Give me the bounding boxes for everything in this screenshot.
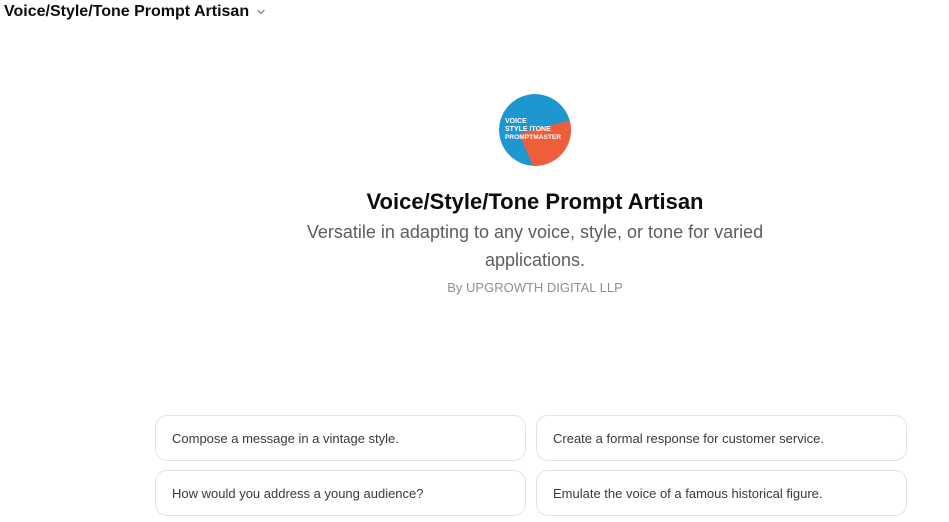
conversation-starter-button[interactable]: Compose a message in a vintage style. — [155, 415, 526, 461]
conversation-starter-button[interactable]: Create a formal response for customer se… — [536, 415, 907, 461]
gpt-author: By UPGROWTH DIGITAL LLP — [447, 280, 623, 295]
logo-text-line1: VOICE — [505, 118, 527, 125]
gpt-description: Versatile in adapting to any voice, styl… — [306, 222, 764, 270]
conversation-starter-button[interactable]: How would you address a young audience? — [155, 470, 526, 516]
conversation-starter-button[interactable]: Emulate the voice of a famous historical… — [536, 470, 907, 516]
header-title: Voice/Style/Tone Prompt Artisan — [4, 3, 250, 20]
model-selector[interactable]: Voice/Style/Tone Prompt Artisan — [4, 3, 267, 21]
gpt-home-page: Voice/Style/Tone Prompt Artisan VOICE ST… — [0, 0, 949, 522]
logo-text-line3: PROMPTMASTER — [505, 134, 561, 141]
gpt-intro: VOICE STYLE /TONE PROMPTMASTER Voice/Sty… — [285, 94, 785, 295]
gpt-name: Voice/Style/Tone Prompt Artisan — [366, 189, 704, 214]
conversation-starters: Compose a message in a vintage style. Cr… — [155, 415, 907, 516]
logo-text-line2: STYLE /TONE — [505, 126, 551, 133]
chevron-down-icon — [255, 6, 267, 18]
gpt-logo: VOICE STYLE /TONE PROMPTMASTER — [499, 94, 571, 166]
